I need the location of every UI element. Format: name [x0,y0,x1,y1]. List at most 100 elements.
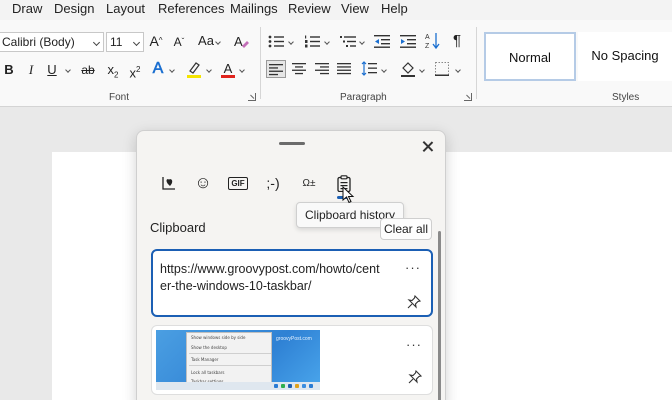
svg-text:Z: Z [425,43,430,50]
decrease-indent-icon [374,35,390,48]
group-divider [260,27,261,99]
style-no-spacing[interactable]: No Spacing [578,32,672,81]
scrollbar[interactable] [438,231,441,400]
shrink-font-button[interactable]: Aˇ [172,33,186,51]
grow-font-button[interactable]: A^ [149,32,163,50]
show-marks-button[interactable]: ¶ [451,32,463,50]
thumbnail-menu-item: Task Manager [191,357,219,362]
chevron-down-icon [65,67,71,73]
clipboard-item[interactable]: https://www.groovypost.com/howto/center-… [151,249,433,317]
tab-review[interactable]: Review [288,1,331,16]
clear-all-button[interactable]: Clear all [380,218,432,240]
clipboard-item-text: https://www.groovypost.com/howto/center-… [160,262,380,293]
clear-formatting-icon: A [234,34,249,49]
gif-icon: GIF [228,176,248,190]
chevron-down-icon [419,67,425,73]
font-size-value: 11 [110,35,123,49]
chevron-down-icon [132,38,141,47]
paragraph-dialog-launcher-icon[interactable] [464,93,472,101]
justify-icon [337,63,351,75]
chevron-down-icon [288,39,294,45]
paint-bucket-icon [401,62,415,77]
symbols-icon: Ω± [302,177,316,189]
chevron-down-icon [92,38,101,47]
thumbnail-menu-item: Lock all taskbars [191,370,225,375]
tab-gif[interactable]: GIF [225,171,251,195]
tab-view[interactable]: View [341,1,369,16]
tab-kaomoji-favorites[interactable] [156,171,182,195]
clipboard-image-thumbnail: groovyPost.com Show windows side by side… [156,330,320,390]
close-icon[interactable] [419,138,437,156]
multilevel-list-button[interactable] [340,35,356,53]
increase-indent-button[interactable] [400,35,416,53]
chevron-down-icon [324,39,330,45]
align-right-icon [315,63,329,75]
svg-text:A: A [425,34,430,41]
tab-help[interactable]: Help [381,1,408,16]
font-family-value: Calibri (Body) [2,35,75,49]
bold-button[interactable]: B [3,61,15,79]
tab-kaomoji[interactable]: ;-) [260,171,286,195]
tab-symbols[interactable]: Ω± [296,171,322,195]
align-right-button[interactable] [315,62,329,81]
thumbnail-taskbar [156,382,320,390]
thumbnail-menu-divider [189,353,271,354]
svg-text:A: A [234,34,243,49]
chevron-down-icon [239,67,245,73]
chevron-down-icon [455,67,461,73]
font-family-combo[interactable]: Calibri (Body) [0,32,104,52]
ribbon-tab-bar: Draw Design Layout References Mailings R… [0,0,672,20]
align-center-icon [292,63,306,75]
font-color-button[interactable]: A [221,60,235,78]
change-case-button[interactable]: Aa [196,32,216,50]
clipboard-item[interactable]: groovyPost.com Show windows side by side… [151,325,433,395]
borders-button[interactable] [435,62,449,81]
bullets-icon [268,35,284,48]
decrease-indent-button[interactable] [374,35,390,53]
chevron-down-icon [381,67,387,73]
thumbnail-menu-item: Show windows side by side [191,335,246,340]
multilevel-list-icon [340,36,356,47]
strikethrough-button[interactable]: ab [80,61,96,79]
more-options-icon[interactable]: ··· [405,261,420,274]
tab-draw[interactable]: Draw [12,1,42,16]
styles-group-label: Styles [612,92,640,103]
thumbnail-watermark: groovyPost.com [276,336,312,342]
chevron-down-icon [359,39,365,45]
kaomoji-icon: ;-) [266,175,280,191]
numbering-button[interactable] [304,35,320,53]
tab-emoji[interactable]: ☺ [190,171,216,195]
style-normal[interactable]: Normal [484,32,576,81]
caret-up-icon: ^ [158,36,163,45]
smiley-icon: ☺ [194,173,212,192]
sort-button[interactable]: A Z [425,32,441,55]
italic-button[interactable]: I [26,61,36,79]
justify-button[interactable] [337,62,351,81]
chevron-down-icon [169,67,175,73]
thumbnail-context-menu: Show windows side by side Show the deskt… [186,332,272,388]
ribbon: Calibri (Body) 11 A^ Aˇ Aa A B I U ab x2… [0,20,672,107]
align-center-button[interactable] [292,62,306,81]
subscript-button[interactable]: x2 [106,61,120,85]
clear-formatting-button[interactable]: A [232,32,250,55]
font-size-combo[interactable]: 11 [106,32,144,52]
font-dialog-launcher-icon[interactable] [248,93,256,101]
more-options-icon[interactable]: ··· [406,338,421,351]
tab-mailings[interactable]: Mailings [230,1,278,16]
shading-button[interactable] [400,60,416,83]
tab-references[interactable]: References [158,1,224,16]
paragraph-group-label: Paragraph [340,92,387,103]
highlight-button[interactable] [186,60,202,78]
line-spacing-button[interactable] [361,61,377,81]
tab-layout[interactable]: Layout [106,1,145,16]
align-left-button[interactable] [266,60,286,78]
align-left-icon [269,64,283,76]
underline-button[interactable]: U [46,61,58,79]
drag-handle[interactable] [279,142,305,145]
text-effects-button[interactable]: A [151,60,165,78]
superscript-button[interactable]: x2 [128,61,142,82]
pin-icon[interactable] [408,370,422,384]
pin-icon[interactable] [407,295,421,309]
tab-design[interactable]: Design [54,1,94,16]
bullets-button[interactable] [268,35,284,53]
